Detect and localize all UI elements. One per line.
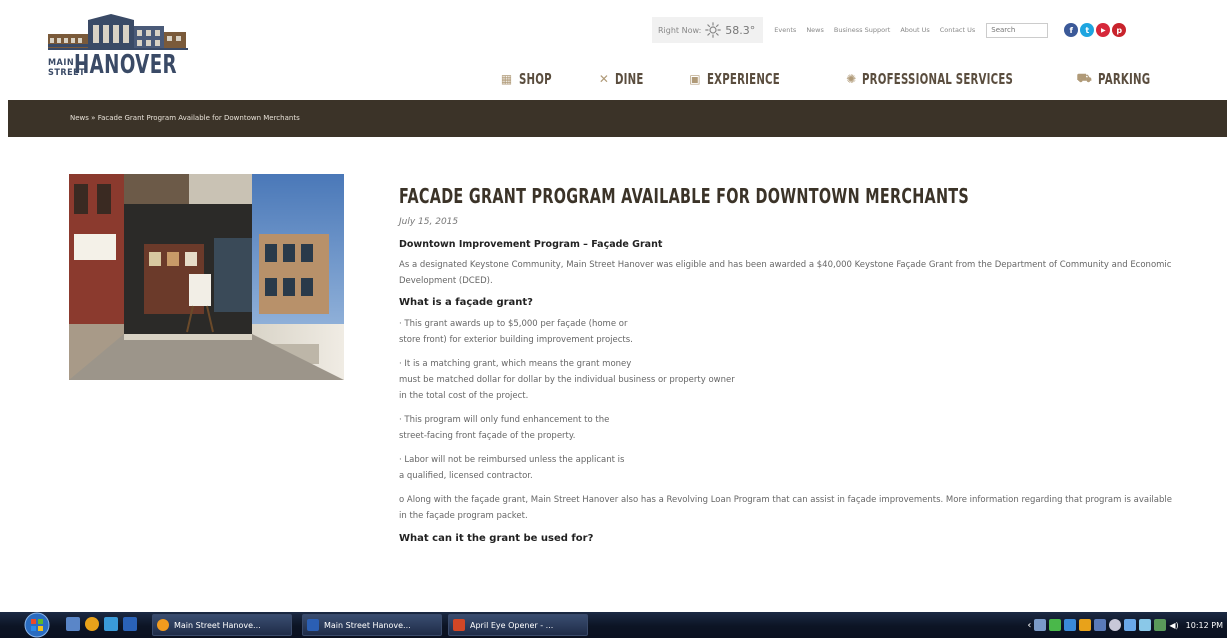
bullet-item-3: · This program will only fund enhancemen… bbox=[399, 412, 1179, 444]
bullet-item-4: · Labor will not be reimbursed unless th… bbox=[399, 452, 1179, 484]
taskbar-item-browser[interactable]: Main Street Hanove... bbox=[152, 614, 292, 636]
top-link-contact-us[interactable]: Contact Us bbox=[935, 26, 981, 34]
breadcrumb-bar: News » Facade Grant Program Available fo… bbox=[8, 100, 1227, 137]
breadcrumb-news-link[interactable]: News bbox=[70, 114, 89, 122]
taskbar-item-browser-label: Main Street Hanove... bbox=[174, 620, 261, 630]
revolving-loan-paragraph: o Along with the façade grant, Main Stre… bbox=[399, 495, 1172, 521]
start-button-icon[interactable] bbox=[20, 612, 54, 638]
building-logo-icon bbox=[48, 14, 188, 50]
search-input[interactable] bbox=[986, 22, 1049, 38]
car-icon: ⛟ bbox=[1076, 71, 1093, 85]
article: FACADE GRANT PROGRAM AVAILABLE FOR DOWNT… bbox=[399, 184, 1179, 544]
logo-wordmark: MAIN STREET HANOVER bbox=[48, 52, 206, 78]
bullet-item-2: · It is a matching grant, which means th… bbox=[399, 356, 1179, 404]
logo-hanover: HANOVER bbox=[74, 50, 177, 80]
bullet-2-line-2: must be matched dollar for dollar by the… bbox=[399, 375, 735, 385]
powerpoint-icon bbox=[453, 619, 465, 631]
article-date: July 15, 2015 bbox=[399, 217, 459, 227]
nav-parking-label: PARKING bbox=[1098, 70, 1151, 88]
nav-professional-services-label: PROFESSIONAL SERVICES bbox=[862, 70, 1014, 88]
nav-parking[interactable]: ⛟ PARKING bbox=[1077, 70, 1175, 88]
nav-professional-services[interactable]: ✺ PROFESSIONAL SERVICES bbox=[846, 70, 1045, 88]
experience-icon: ▣ bbox=[689, 72, 701, 86]
tray-wifi-icon[interactable] bbox=[1139, 619, 1152, 631]
browser-icon bbox=[157, 619, 169, 631]
bullet-3-line-2: street-facing front façade of the proper… bbox=[399, 431, 576, 441]
youtube-icon[interactable]: ▶ bbox=[1096, 23, 1111, 37]
nav-shop-label: SHOP bbox=[518, 70, 552, 88]
windows-taskbar: Main Street Hanove... Main Street Hanove… bbox=[0, 612, 1227, 638]
article-subtitle: Downtown Improvement Program – Façade Gr… bbox=[399, 239, 663, 250]
weather-label: Right Now: bbox=[658, 25, 702, 35]
gear-icon: ✺ bbox=[846, 72, 857, 86]
site-header: MAIN STREET HANOVER Right Now: 58.3° Eve… bbox=[0, 0, 1227, 100]
top-link-news[interactable]: News bbox=[801, 26, 829, 34]
article-title: FACADE GRANT PROGRAM AVAILABLE FOR DOWNT… bbox=[399, 184, 970, 208]
tray-display-icon[interactable] bbox=[1154, 619, 1167, 631]
bullet-3-line-1: · This program will only fund enhancemen… bbox=[399, 415, 610, 425]
bullet-2-line-3: in the total cost of the project. bbox=[399, 391, 529, 401]
dine-icon: ✕ bbox=[598, 72, 610, 86]
nav-dine[interactable]: ✕ DINE bbox=[599, 70, 657, 88]
top-link-business-support[interactable]: Business Support bbox=[829, 26, 895, 34]
bullet-item-1: · This grant awards up to $5,000 per faç… bbox=[399, 316, 1179, 348]
bullet-1-line-2: store front) for exterior building impro… bbox=[399, 335, 633, 345]
section-heading-uses: What can it the grant be used for? bbox=[399, 533, 594, 544]
system-tray: ‹ ◀) 10:12 PM bbox=[1027, 612, 1227, 638]
top-link-events[interactable]: Events bbox=[769, 26, 801, 34]
tray-sync-icon[interactable] bbox=[1094, 619, 1107, 631]
bullet-4-line-2: a qualified, licensed contractor. bbox=[399, 471, 533, 481]
utility-bar: Right Now: 58.3° Events News Business Su… bbox=[652, 17, 1127, 43]
tray-bluetooth-icon[interactable] bbox=[1124, 619, 1137, 631]
top-links: Events News Business Support About Us Co… bbox=[769, 26, 980, 34]
tray-update-icon[interactable] bbox=[1079, 619, 1092, 631]
taskbar-clock[interactable]: 10:12 PM bbox=[1186, 621, 1223, 630]
nav-experience[interactable]: ▣ EXPERIENCE bbox=[689, 70, 814, 88]
storefront-photo bbox=[69, 174, 344, 380]
social-links: f t ▶ p bbox=[1064, 23, 1127, 37]
main-nav: ▦ SHOP ✕ DINE ▣ EXPERIENCE ✺ PROFESSIONA… bbox=[501, 70, 1175, 88]
weather-temperature: 58.3° bbox=[725, 23, 756, 37]
article-intro: As a designated Keystone Community, Main… bbox=[399, 260, 1172, 286]
facebook-icon[interactable]: f bbox=[1064, 23, 1079, 37]
taskbar-item-word-label: Main Street Hanove... bbox=[324, 620, 411, 630]
bullet-2-line-1: · It is a matching grant, which means th… bbox=[399, 359, 632, 369]
breadcrumb-separator: » bbox=[91, 114, 96, 122]
nav-dine-label: DINE bbox=[615, 70, 644, 88]
taskbar-item-powerpoint[interactable]: April Eye Opener - ... bbox=[448, 614, 588, 636]
site-logo[interactable]: MAIN STREET HANOVER bbox=[48, 14, 188, 86]
browser-quick-icon[interactable] bbox=[85, 617, 99, 631]
taskbar-item-powerpoint-label: April Eye Opener - ... bbox=[470, 620, 554, 630]
breadcrumb-current: Facade Grant Program Available for Downt… bbox=[97, 114, 300, 122]
twitter-icon[interactable]: t bbox=[1080, 23, 1095, 37]
section-heading-what-is: What is a façade grant? bbox=[399, 297, 533, 308]
bullet-1-line-1: · This grant awards up to $5,000 per faç… bbox=[399, 319, 628, 329]
pinterest-icon[interactable]: p bbox=[1112, 23, 1127, 37]
volume-icon[interactable]: ◀) bbox=[1169, 621, 1178, 630]
tray-app-icon[interactable] bbox=[1064, 619, 1077, 631]
weather-widget: Right Now: 58.3° bbox=[652, 17, 764, 43]
show-desktop-icon[interactable] bbox=[66, 617, 80, 631]
shop-icon: ▦ bbox=[500, 72, 513, 86]
top-link-about-us[interactable]: About Us bbox=[895, 26, 934, 34]
sun-icon bbox=[705, 22, 722, 38]
logo-main-street: MAIN STREET bbox=[48, 58, 86, 78]
quick-launch bbox=[66, 617, 137, 631]
explorer-quick-icon[interactable] bbox=[104, 617, 118, 631]
taskbar-item-word[interactable]: Main Street Hanove... bbox=[302, 614, 442, 636]
word-icon bbox=[307, 619, 319, 631]
tray-expand-icon[interactable]: ‹ bbox=[1027, 620, 1031, 631]
tray-network-icon[interactable] bbox=[1034, 619, 1047, 631]
media-quick-icon[interactable] bbox=[123, 617, 137, 631]
nav-experience-label: EXPERIENCE bbox=[706, 70, 780, 88]
tray-clock-icon[interactable] bbox=[1109, 619, 1122, 631]
tray-security-icon[interactable] bbox=[1049, 619, 1062, 631]
breadcrumb: News » Facade Grant Program Available fo… bbox=[70, 114, 300, 122]
bullet-4-line-1: · Labor will not be reimbursed unless th… bbox=[399, 455, 625, 465]
nav-shop[interactable]: ▦ SHOP bbox=[501, 70, 567, 88]
